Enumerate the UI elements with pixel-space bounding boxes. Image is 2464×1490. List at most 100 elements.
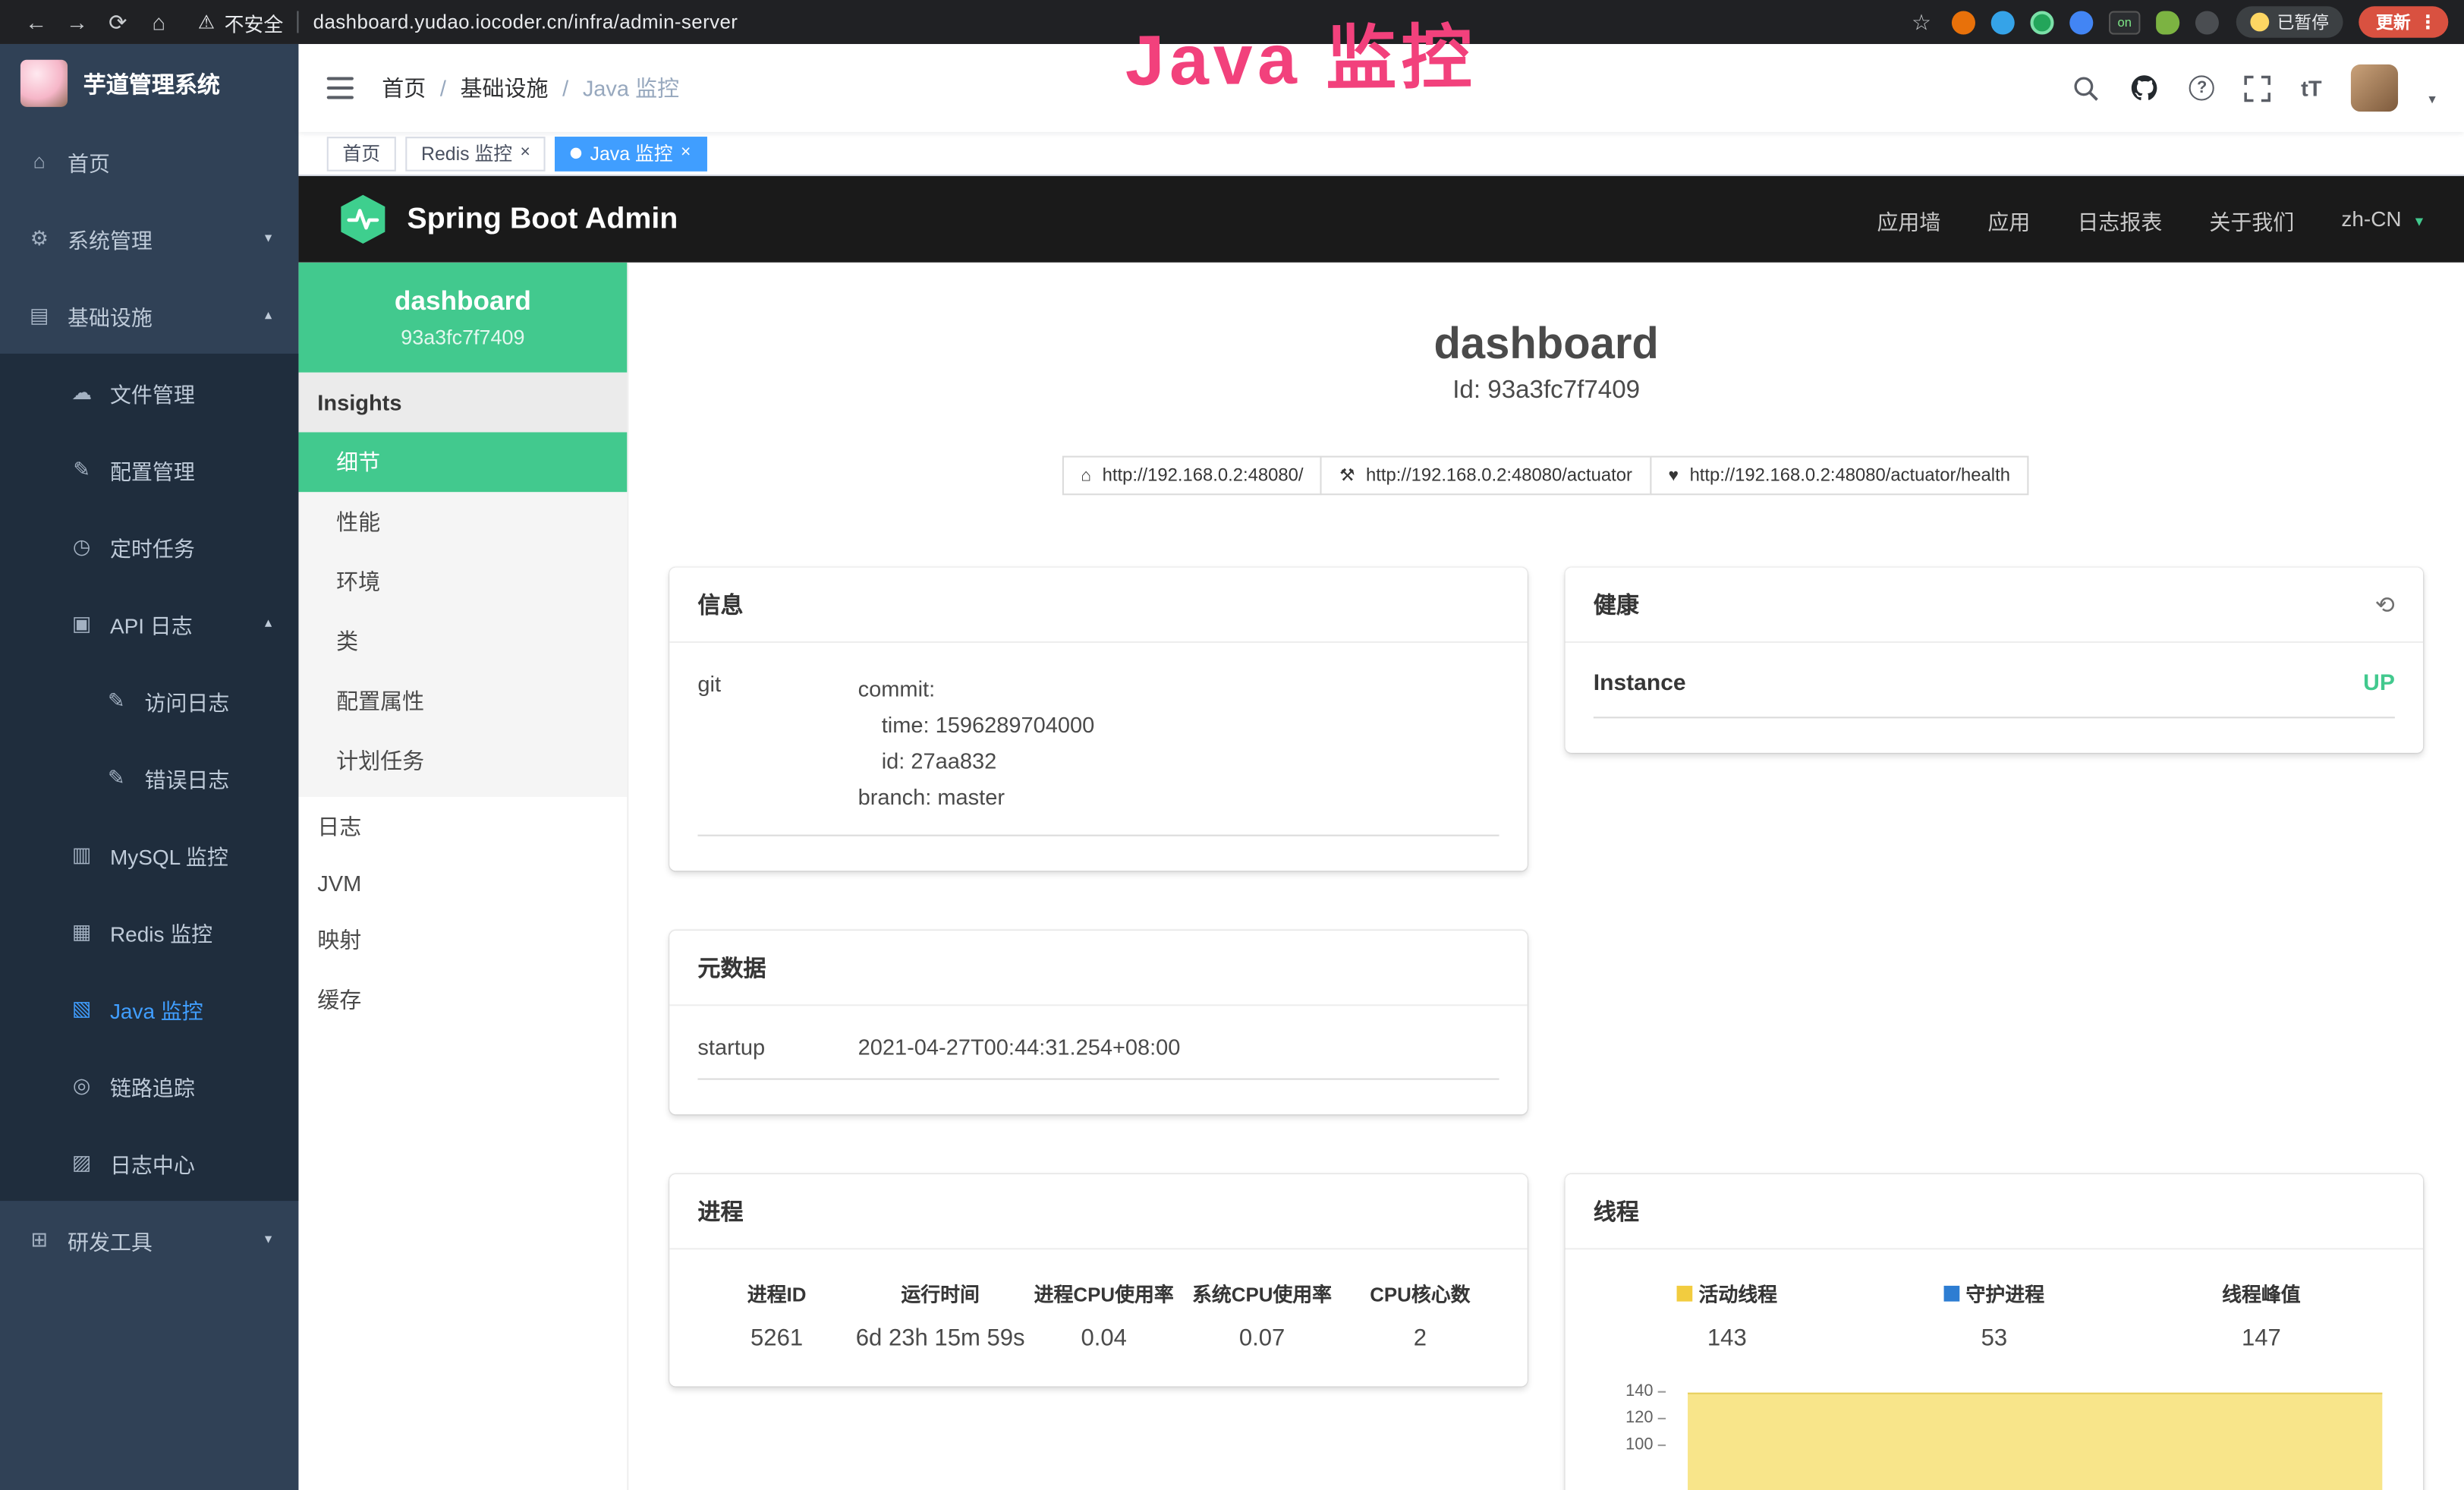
extension-icon-leaf[interactable] (2156, 10, 2179, 33)
menu-caches[interactable]: 缓存 (298, 970, 627, 1030)
extension-icon-orange[interactable] (1952, 10, 1975, 33)
info-card-title: 信息 (669, 568, 1528, 643)
extension-icon-grid[interactable] (2069, 10, 2093, 33)
extension-icon-on-badge[interactable]: on (2109, 10, 2140, 33)
extension-icon-drop[interactable] (1991, 10, 2015, 33)
reload-icon[interactable]: ⟳ (97, 8, 138, 35)
font-size-icon[interactable]: tT (2301, 75, 2321, 100)
sba-instance-header[interactable]: dashboard 93a3fc7f7409 (298, 263, 627, 373)
process-card: 进程 进程ID 5261 运行时间 (669, 1175, 1528, 1388)
security-chip[interactable]: ⚠ 不安全 (198, 7, 283, 36)
file-icon: ☁ (69, 380, 94, 405)
nav-applications[interactable]: 应用 (1987, 203, 2030, 235)
sidebar-item-redis-monitor[interactable]: ▦ Redis 监控 (0, 893, 298, 969)
info-row-git: git commit: time: 1596289704000 id: 27aa… (697, 671, 1499, 836)
close-icon[interactable]: × (681, 145, 691, 162)
menu-mappings[interactable]: 映射 (298, 910, 627, 970)
menu-classes[interactable]: 类 (298, 612, 627, 672)
link-actuator[interactable]: ⚒ http://192.168.0.2:48080/actuator (1320, 456, 1651, 496)
health-card-header: 健康 ⟲ (1566, 568, 2424, 643)
sidebar-item-scheduled-tasks[interactable]: ◷ 定时任务 (0, 508, 298, 584)
menu-config-props[interactable]: 配置属性 (298, 671, 627, 731)
bookmark-star-icon[interactable]: ☆ (1912, 8, 1931, 35)
update-button[interactable]: 更新 ⋮ (2359, 6, 2448, 37)
sba-logo-icon (339, 194, 386, 245)
infrastructure-icon: ▤ (27, 303, 52, 328)
browser-home-icon[interactable]: ⌂ (138, 9, 179, 34)
search-icon[interactable] (2073, 74, 2100, 101)
tab-java-monitor[interactable]: Java 监控 × (555, 136, 706, 171)
breadcrumb-infrastructure[interactable]: 基础设施 (461, 72, 549, 103)
chevron-down-icon: ▾ (265, 1230, 272, 1248)
link-root[interactable]: ⌂ http://192.168.0.2:48080/ (1062, 456, 1322, 496)
metadata-row-startup: startup 2021-04-27T00:44:31.254+08:00 (697, 1035, 1499, 1080)
cards-grid: 信息 git commit: time: 1596289704000 id: 2… (669, 568, 2423, 1490)
sidebar-infrastructure-submenu: ☁ 文件管理 ✎ 配置管理 ◷ 定时任务 ▣ API 日志 ▴ ✎ (0, 354, 298, 1201)
sidebar-item-mysql-monitor[interactable]: ▥ MySQL 监控 (0, 816, 298, 893)
sidebar-item-home[interactable]: ⌂ 首页 (0, 123, 298, 200)
insights-section-header: Insights (298, 373, 627, 433)
sidebar-item-access-logs[interactable]: ✎ 访问日志 (0, 662, 298, 739)
sidebar-item-config-mgmt[interactable]: ✎ 配置管理 (0, 430, 298, 507)
sidebar-item-log-center[interactable]: ▨ 日志中心 (0, 1124, 298, 1201)
locale-select[interactable]: zh-CN ▾ (2341, 207, 2423, 231)
nav-wallboard[interactable]: 应用墙 (1877, 203, 1940, 235)
forward-icon[interactable]: → (57, 9, 98, 34)
tab-home[interactable]: 首页 (327, 136, 396, 171)
extension-icon-puzzle[interactable] (2195, 10, 2219, 33)
menu-jvm[interactable]: JVM (298, 857, 627, 910)
github-icon[interactable] (2129, 74, 2159, 102)
breadcrumb: 首页 / 基础设施 / Java 监控 (382, 72, 679, 103)
screen: Java 监控 ← → ⟳ ⌂ ⚠ 不安全 dashboard.yudao.io… (0, 0, 2464, 1490)
health-card-body: Instance UP (1566, 643, 2424, 753)
app-logo[interactable]: 芋道管理系统 (0, 44, 298, 123)
breadcrumb-home[interactable]: 首页 (382, 72, 426, 103)
url-text[interactable]: dashboard.yudao.iocoder.cn/infra/admin-s… (313, 11, 738, 33)
stat-cpu-cores: CPU核心数 2 (1341, 1278, 1499, 1352)
back-icon[interactable]: ← (16, 9, 57, 34)
history-icon[interactable]: ⟲ (2375, 591, 2395, 619)
paused-pill[interactable]: 已暂停 (2236, 6, 2343, 37)
sidebar-item-system-mgmt[interactable]: ⚙ 系统管理 ▾ (0, 200, 298, 276)
link-health[interactable]: ♥ http://192.168.0.2:48080/actuator/heal… (1650, 456, 2029, 496)
tab-redis-monitor[interactable]: Redis 监控 × (405, 136, 546, 171)
threads-card-body: 活动线程 143 守护进程 (1566, 1250, 2424, 1490)
access-log-icon: ✎ (104, 688, 129, 713)
sba-brand[interactable]: Spring Boot Admin (339, 194, 678, 245)
health-row-instance[interactable]: Instance UP (1594, 671, 2395, 718)
menu-environment[interactable]: 环境 (298, 552, 627, 612)
user-avatar[interactable] (2352, 65, 2399, 112)
sidebar-item-infrastructure[interactable]: ▤ 基础设施 ▴ (0, 276, 298, 353)
sidebar-item-error-logs[interactable]: ✎ 错误日志 (0, 739, 298, 815)
sidebar-item-trace[interactable]: ◎ 链路追踪 (0, 1047, 298, 1123)
help-icon[interactable]: ? (2189, 75, 2214, 100)
fullscreen-icon[interactable] (2245, 74, 2271, 101)
hamburger-icon[interactable] (327, 77, 354, 99)
sidebar-item-dev-tools[interactable]: ⊞ 研发工具 ▾ (0, 1201, 298, 1277)
sidebar-item-file-mgmt[interactable]: ☁ 文件管理 (0, 354, 298, 430)
sidebar-item-java-monitor[interactable]: ▧ Java 监控 (0, 970, 298, 1047)
nav-journal[interactable]: 日志报表 (2077, 203, 2162, 235)
menu-metrics[interactable]: 性能 (298, 492, 627, 552)
legend-swatch-blue (1944, 1286, 1960, 1302)
avatar-caret-icon[interactable]: ▾ (2428, 91, 2435, 109)
instance-name: dashboard (395, 286, 531, 317)
sidebar-item-api-logs[interactable]: ▣ API 日志 ▴ (0, 584, 298, 661)
extension-icon-green[interactable] (2030, 10, 2053, 33)
metadata-key: startup (697, 1035, 858, 1060)
nav-about[interactable]: 关于我们 (2209, 203, 2294, 235)
process-card-body: 进程ID 5261 运行时间 6d 23h 15m 59s (669, 1250, 1528, 1387)
threads-chart: 140 120 100 (1594, 1390, 2395, 1490)
sba-body: dashboard 93a3fc7f7409 Insights 细节 性能 环境… (298, 263, 2464, 1490)
menu-scheduled-tasks[interactable]: 计划任务 (298, 731, 627, 791)
annotation-java-monitor: Java 监控 (1125, 0, 1477, 106)
sba-content: dashboard Id: 93a3fc7f7409 ⌂ http://192.… (628, 263, 2464, 1490)
y-axis-tick: 100 (1594, 1435, 1666, 1454)
browser-menu-kebab-icon[interactable]: ⋮ (2418, 11, 2437, 33)
stat-process-cpu: 进程CPU使用率 0.04 (1025, 1278, 1183, 1352)
menu-logfile[interactable]: 日志 (298, 797, 627, 857)
legend-peak-threads: 线程峰值 147 (2128, 1278, 2395, 1352)
sba-frame: Spring Boot Admin 应用墙 应用 日志报表 关于我们 zh-CN… (298, 176, 2464, 1490)
close-icon[interactable]: × (520, 145, 530, 162)
menu-details[interactable]: 细节 (298, 432, 627, 492)
